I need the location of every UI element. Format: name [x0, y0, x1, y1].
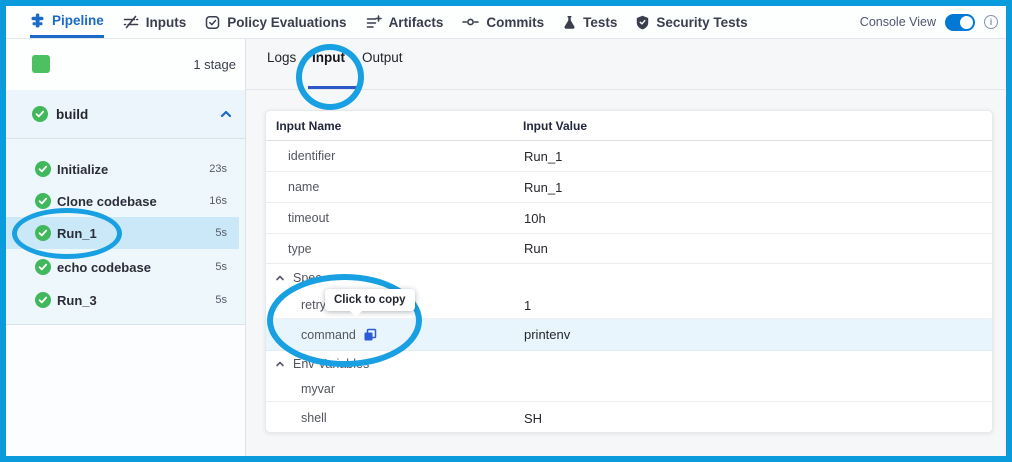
- success-check-icon: [35, 193, 51, 214]
- commits-icon: [462, 17, 479, 27]
- stage-group-build[interactable]: build: [6, 90, 245, 139]
- input-name: myvar: [301, 377, 335, 401]
- step-details-panel: Logs Input Output Input Name Input Value…: [246, 38, 1006, 456]
- table-row: identifier Run_1: [266, 141, 992, 172]
- chevron-up-icon[interactable]: [219, 107, 233, 126]
- step-label: Run_3: [57, 284, 97, 316]
- chevron-up-icon: [275, 359, 285, 369]
- step-row-echo-codebase[interactable]: echo codebase 5s: [6, 251, 239, 283]
- column-header-input-name: Input Name: [276, 111, 341, 140]
- step-row-run-3[interactable]: Run_3 5s: [6, 284, 239, 316]
- tab-logs[interactable]: Logs: [267, 50, 296, 65]
- console-view-label: Console View: [860, 15, 936, 29]
- info-icon[interactable]: i: [984, 15, 998, 29]
- step-label: Initialize: [57, 153, 108, 185]
- steps-list: Initialize 23s Clone codebase 16s Run_1 …: [6, 139, 245, 325]
- input-value: printenv: [524, 319, 570, 350]
- copy-icon[interactable]: [363, 328, 377, 342]
- success-check-icon: [35, 292, 51, 313]
- console-view-toggle[interactable]: [945, 14, 975, 31]
- stage-count-row: 1 stage: [6, 38, 245, 90]
- chevron-up-icon: [275, 273, 285, 283]
- step-duration: 5s: [215, 217, 227, 249]
- success-check-icon: [35, 161, 51, 182]
- input-name: retry: [301, 292, 326, 318]
- input-value: Run_1: [524, 172, 562, 202]
- input-value: 10h: [524, 203, 546, 233]
- tests-icon: [563, 15, 576, 29]
- step-duration: 16s: [209, 185, 227, 217]
- nav-tab-label: Artifacts: [389, 15, 444, 30]
- section-label: Env Variables: [293, 357, 369, 371]
- step-row-run-1[interactable]: Run_1 5s: [6, 217, 239, 249]
- execution-sidebar: 1 stage build Initialize 23s Clone codeb…: [6, 38, 246, 456]
- artifacts-icon: [366, 15, 382, 29]
- input-name: shell: [301, 402, 327, 434]
- success-check-icon: [35, 225, 51, 246]
- table-header-row: Input Name Input Value: [266, 111, 992, 141]
- nav-tab-policy-evaluations[interactable]: Policy Evaluations: [205, 6, 346, 38]
- input-value: Run: [524, 234, 548, 263]
- nav-tab-artifacts[interactable]: Artifacts: [366, 6, 444, 38]
- section-row-spec[interactable]: Spec: [266, 264, 992, 292]
- nav-tab-label: Inputs: [146, 15, 187, 30]
- input-value: 1: [524, 292, 531, 318]
- tab-output[interactable]: Output: [362, 50, 403, 65]
- nav-tab-commits[interactable]: Commits: [462, 6, 544, 38]
- table-row: shell SH: [266, 402, 992, 434]
- pipeline-execution-page: Pipeline Inputs Policy Evaluations Artif…: [0, 0, 1012, 462]
- section-label: Spec: [293, 271, 322, 285]
- toggle-knob: [960, 16, 973, 29]
- nav-divider: [6, 38, 1006, 39]
- input-name: identifier: [288, 141, 335, 171]
- nav-tab-inputs[interactable]: Inputs: [123, 6, 187, 38]
- step-duration: 5s: [215, 251, 227, 283]
- input-value: SH: [524, 402, 542, 434]
- input-value: Run_1: [524, 141, 562, 171]
- step-row-initialize[interactable]: Initialize 23s: [6, 153, 239, 185]
- input-name: timeout: [288, 203, 329, 233]
- nav-tab-security-tests[interactable]: Security Tests: [636, 6, 747, 38]
- nav-tab-label: Commits: [486, 15, 544, 30]
- stage-group-label: build: [56, 90, 88, 138]
- table-row: name Run_1: [266, 172, 992, 203]
- success-check-icon: [32, 106, 48, 127]
- table-row: type Run: [266, 234, 992, 264]
- nav-tab-pipeline[interactable]: Pipeline: [30, 6, 104, 38]
- step-duration: 5s: [215, 284, 227, 316]
- nav-tab-label: Tests: [583, 15, 617, 30]
- nav-tab-label: Pipeline: [52, 13, 104, 28]
- active-tab-underline: [308, 86, 358, 89]
- step-label: echo codebase: [57, 251, 151, 283]
- top-nav: Pipeline Inputs Policy Evaluations Artif…: [6, 6, 1006, 38]
- section-row-env-variables[interactable]: Env Variables: [266, 351, 992, 377]
- input-name: command: [301, 328, 356, 342]
- step-label: Clone codebase: [57, 185, 157, 217]
- nav-right-cluster: Console View i: [860, 6, 1006, 38]
- policy-evaluations-icon: [205, 15, 220, 30]
- inputs-icon: [123, 15, 139, 29]
- stage-count-label: 1 stage: [193, 38, 236, 90]
- input-name: type: [288, 234, 312, 263]
- nav-tab-tests[interactable]: Tests: [563, 6, 617, 38]
- step-label: Run_1: [57, 217, 97, 249]
- input-table-card: Input Name Input Value identifier Run_1 …: [265, 110, 993, 433]
- step-row-clone-codebase[interactable]: Clone codebase 16s: [6, 185, 239, 217]
- table-row: timeout 10h: [266, 203, 992, 234]
- table-row: myvar: [266, 377, 992, 402]
- nav-tab-label: Policy Evaluations: [227, 15, 346, 30]
- security-tests-icon: [636, 15, 649, 30]
- input-name: name: [288, 172, 319, 202]
- click-to-copy-tooltip: Click to copy: [325, 289, 415, 311]
- tab-input[interactable]: Input: [312, 50, 345, 65]
- success-check-icon: [35, 259, 51, 280]
- column-header-input-value: Input Value: [523, 111, 587, 140]
- pipeline-icon: [30, 13, 45, 28]
- stage-status-square: [32, 55, 50, 73]
- detail-tabs: Logs Input Output: [246, 38, 1006, 90]
- table-row-command-highlighted[interactable]: command printenv: [266, 319, 992, 351]
- nav-tab-label: Security Tests: [656, 15, 747, 30]
- step-duration: 23s: [209, 153, 227, 185]
